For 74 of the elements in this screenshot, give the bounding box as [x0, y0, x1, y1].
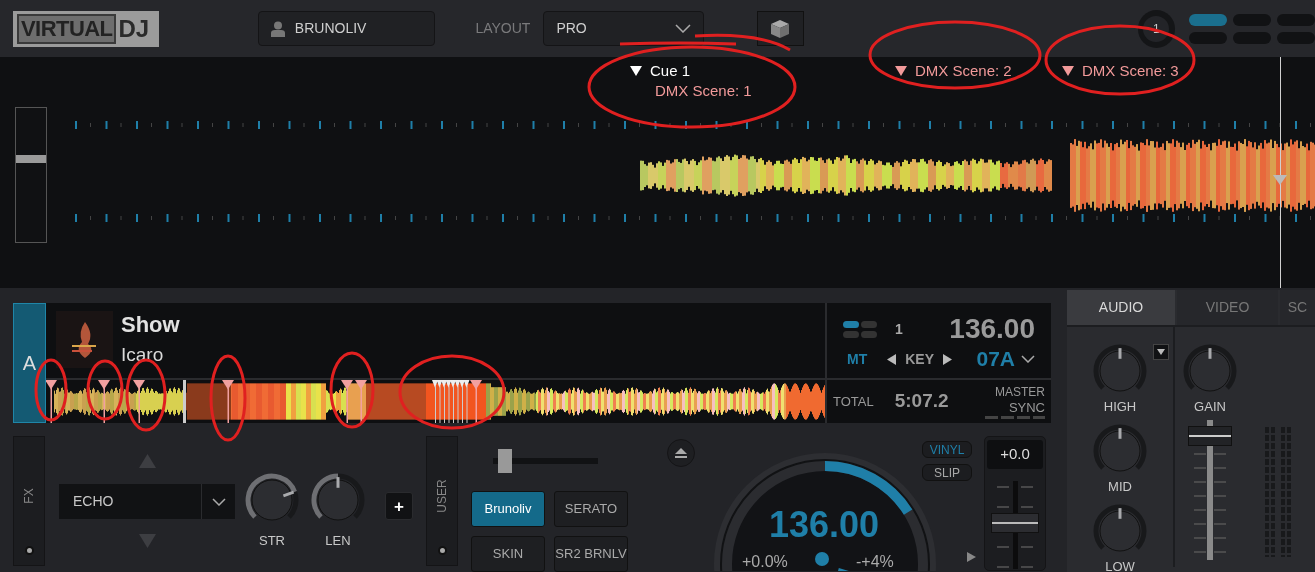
- cue-marker-icon: [895, 66, 907, 77]
- layout-label: LAYOUT: [475, 19, 531, 38]
- eject-button[interactable]: [667, 439, 695, 467]
- playhead-marker-icon: [1273, 175, 1287, 185]
- right-arrow-icon[interactable]: [943, 353, 952, 365]
- jog-bpm: 136.00: [767, 503, 881, 547]
- pitch-range: -+4%: [856, 552, 894, 572]
- knob-label: GAIN: [1194, 398, 1226, 416]
- track-title: Show: [121, 311, 180, 339]
- total-label: TOTAL: [833, 392, 874, 411]
- preset-button[interactable]: SR2 BRNLV: [554, 536, 628, 572]
- cue-label: DMX Scene: 2: [915, 61, 1012, 81]
- annotation-circle: [34, 358, 68, 422]
- chevron-down-icon[interactable]: [1021, 355, 1035, 363]
- preset-button[interactable]: SKIN: [471, 536, 545, 572]
- logo-text: DJ: [118, 15, 150, 42]
- effect-dropdown[interactable]: ECHO: [59, 484, 235, 519]
- slider-handle[interactable]: [497, 449, 512, 473]
- knob-label: MID: [1108, 478, 1132, 496]
- knob-label: STR: [259, 532, 285, 550]
- deck-selector-pill[interactable]: [1189, 13, 1227, 26]
- eject-icon: [675, 448, 687, 458]
- slider-track[interactable]: [493, 449, 598, 473]
- mode-button[interactable]: VINYL: [922, 441, 972, 458]
- knob-label: LEN: [325, 532, 351, 550]
- bpm-value: 136.00: [949, 313, 1035, 345]
- deck-letter-tab[interactable]: A: [13, 303, 46, 423]
- cue-marker-icon: [630, 66, 642, 77]
- chevron-down-icon: [675, 24, 692, 33]
- play-arrow-icon[interactable]: [967, 552, 976, 562]
- caret-down-icon: [1157, 349, 1165, 355]
- cube-icon: [770, 18, 791, 39]
- pitch-display: +0.0: [987, 440, 1043, 469]
- preset-button[interactable]: Brunoliv: [471, 491, 545, 527]
- zoom-slider[interactable]: [15, 107, 47, 243]
- user-field[interactable]: BRUNOLIV: [257, 11, 436, 46]
- left-arrow-icon[interactable]: [887, 353, 897, 365]
- key-value: 07A: [976, 347, 1015, 371]
- jog-wheel-drawing[interactable]: [714, 453, 936, 571]
- eq-menu-button[interactable]: [1153, 344, 1169, 360]
- fx-label: FX: [21, 488, 37, 504]
- user-strip[interactable]: USER: [426, 436, 458, 566]
- mode-button[interactable]: SLIP: [922, 464, 972, 481]
- key-label: KEY: [905, 349, 934, 369]
- preset-button[interactable]: SERATO: [554, 491, 628, 527]
- cue-label: DMX Scene: 3: [1082, 61, 1179, 81]
- annotation-circle: [86, 359, 124, 421]
- sync-meter-icon: [985, 415, 1045, 419]
- fx-strip[interactable]: FX: [13, 436, 45, 566]
- beat-counter: 1: [895, 319, 903, 339]
- add-button[interactable]: +: [385, 492, 413, 520]
- knob-label: LOW: [1105, 558, 1135, 572]
- user-icon: [270, 20, 285, 37]
- cube-button[interactable]: [757, 11, 804, 46]
- mt-button[interactable]: MT: [847, 348, 868, 370]
- layout-dropdown[interactable]: PRO: [543, 11, 705, 46]
- cue-label: Cue 1: [650, 61, 691, 81]
- cue-marker-icon: [1062, 66, 1074, 77]
- logo-text: VIRTUAL: [17, 13, 117, 44]
- pitch-fader-handle[interactable]: [991, 513, 1039, 533]
- volume-fader-handle[interactable]: [1188, 426, 1232, 446]
- grid-icon: [843, 320, 877, 338]
- master-label: MASTER: [995, 384, 1045, 400]
- user-label: USER: [434, 479, 450, 513]
- slider-handle[interactable]: [16, 154, 46, 163]
- knob-label: HIGH: [1103, 398, 1137, 416]
- mixer-tab[interactable]: AUDIO: [1067, 290, 1175, 325]
- chevron-down-icon: [211, 497, 226, 506]
- total-time: 5:07.2: [894, 389, 949, 414]
- pitch-percent: +0.0%: [742, 552, 788, 572]
- cue-label: DMX Scene: 1: [655, 81, 752, 101]
- sync-button[interactable]: SYNC: [1008, 399, 1045, 416]
- volume-fader-track[interactable]: [1188, 420, 1232, 560]
- track-artist: Icaro: [121, 343, 165, 367]
